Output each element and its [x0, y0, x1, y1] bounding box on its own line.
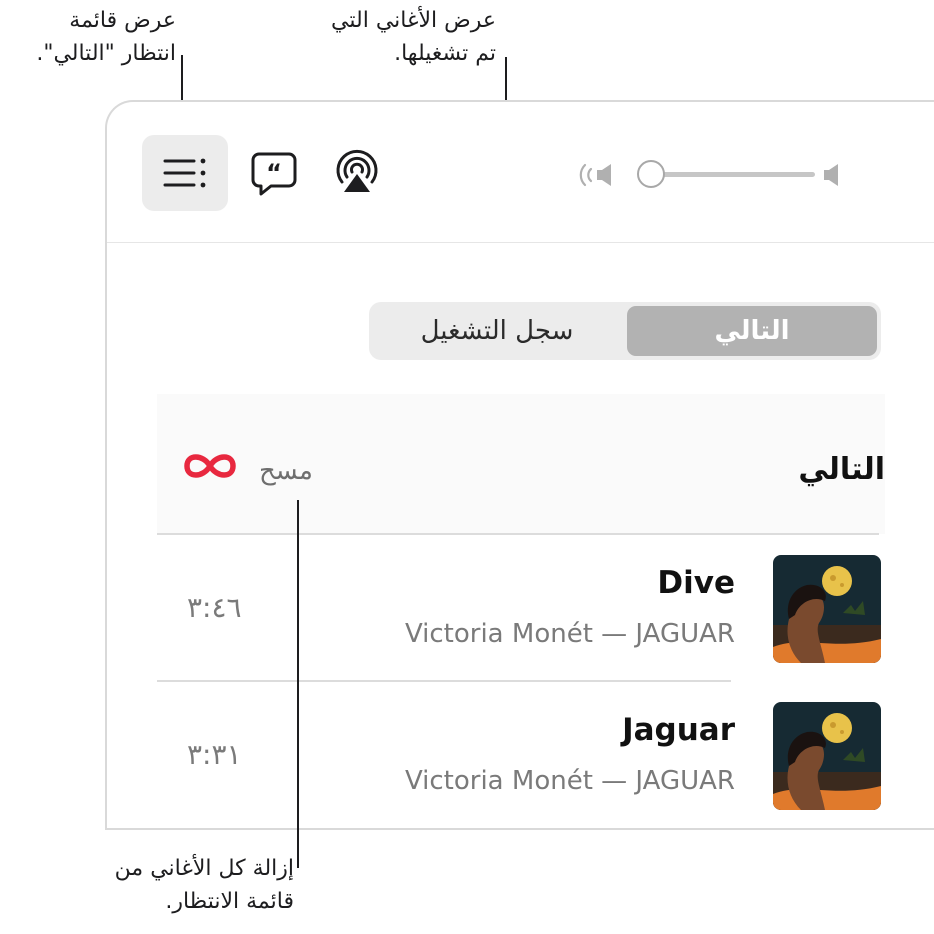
song-title: Jaguar — [622, 712, 735, 748]
queue-title: التالي — [798, 452, 885, 487]
leader-line — [297, 500, 299, 868]
lyrics-quote-icon: “ — [251, 152, 297, 196]
lyrics-button[interactable]: “ — [249, 150, 299, 198]
queue-song-row[interactable]: Jaguar Victoria Monét — JAGUAR ٣:٣١ — [157, 682, 887, 828]
song-title: Dive — [657, 565, 735, 601]
svg-text:“: “ — [266, 159, 282, 187]
callout-line: قائمة الانتظار. — [165, 889, 294, 914]
song-artist-album: Victoria Monét — JAGUAR — [404, 619, 735, 649]
clear-queue-button[interactable]: مسح — [259, 456, 313, 486]
callout-line: عرض قائمة — [69, 8, 176, 33]
album-art — [773, 555, 881, 663]
speaker-low-icon — [579, 163, 611, 187]
airplay-button[interactable] — [331, 146, 383, 198]
tab-next[interactable]: التالي — [627, 306, 877, 356]
infinity-autoplay-icon[interactable] — [179, 444, 241, 488]
queue-header-panel: التالي مسح — [157, 394, 885, 534]
album-art — [773, 702, 881, 810]
volume-knob[interactable] — [637, 160, 665, 188]
song-duration: ٣:٣١ — [187, 738, 242, 771]
callout-show-history: عرض الأغاني التي تم تشغيلها. — [331, 4, 496, 70]
callout-show-queue: عرض قائمة انتظار "التالي". — [36, 4, 176, 70]
callout-clear-queue: إزالة كل الأغاني من قائمة الانتظار. — [115, 852, 294, 918]
queue-song-row[interactable]: Dive Victoria Monét — JAGUAR ٣:٤٦ — [157, 535, 887, 681]
volume-slider[interactable] — [637, 160, 815, 190]
volume-low-button[interactable] — [577, 159, 621, 191]
tab-history[interactable]: سجل التشغيل — [373, 306, 621, 356]
list-queue-icon — [163, 158, 206, 188]
volume-track — [647, 172, 815, 177]
volume-high-button[interactable] — [819, 161, 847, 189]
queue-button[interactable] — [142, 135, 228, 211]
callout-line: إزالة كل الأغاني من — [114, 856, 294, 881]
view-segmented-control: سجل التشغيل التالي — [369, 302, 881, 360]
music-window: “ سجل التشغيل التالي التالي مسح Dive Vic… — [105, 100, 934, 830]
callout-line: تم تشغيلها. — [394, 41, 496, 66]
airplay-icon — [336, 149, 378, 192]
speaker-high-icon — [824, 164, 838, 186]
callout-line: انتظار "التالي". — [36, 41, 176, 66]
song-duration: ٣:٤٦ — [187, 591, 242, 624]
toolbar-divider — [107, 242, 934, 243]
callout-line: عرض الأغاني التي — [331, 8, 496, 33]
song-artist-album: Victoria Monét — JAGUAR — [404, 766, 735, 796]
